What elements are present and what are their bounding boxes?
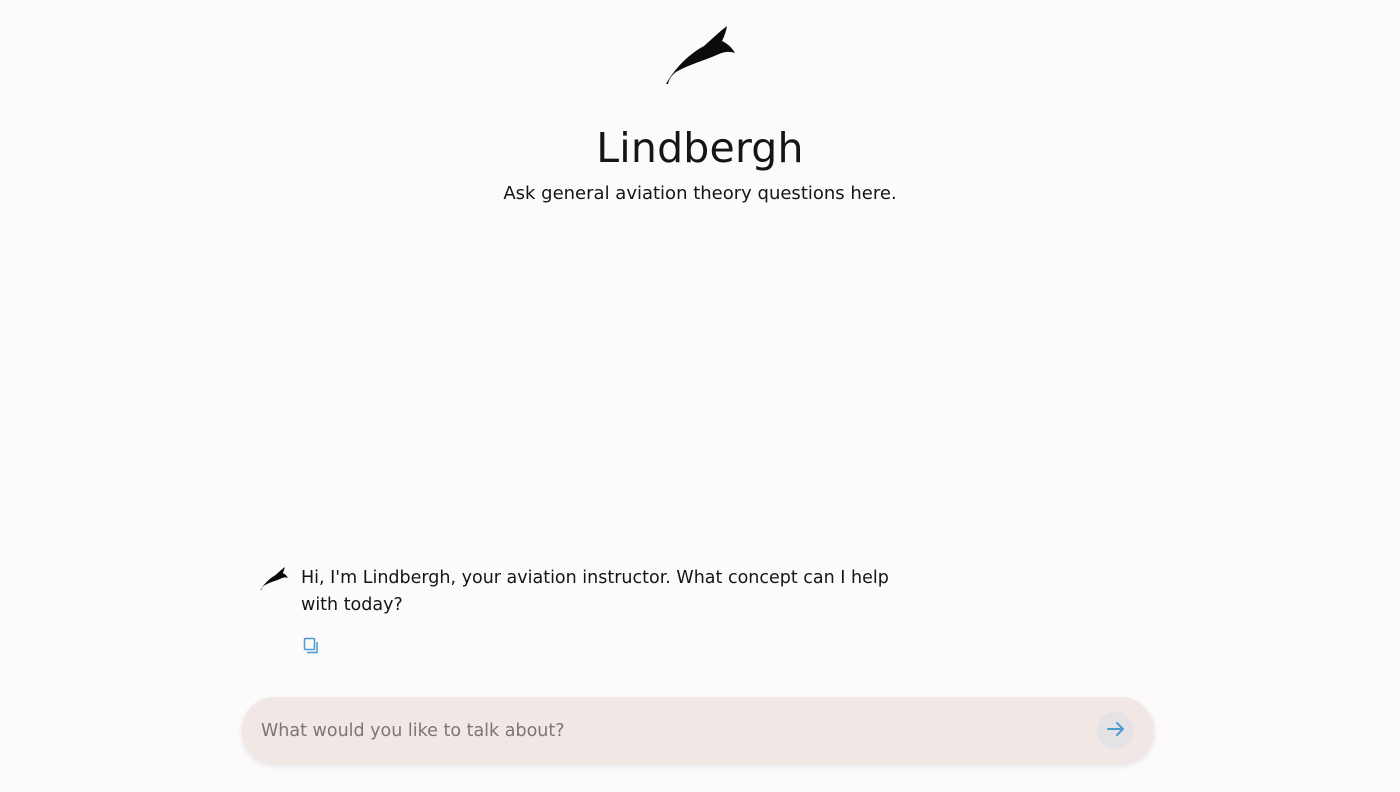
feather-bird-icon bbox=[258, 563, 290, 595]
feather-bird-icon bbox=[660, 24, 740, 88]
message-text: Hi, I'm Lindbergh, your aviation instruc… bbox=[301, 568, 889, 615]
message-input[interactable] bbox=[261, 697, 1081, 764]
page-subtitle: Ask general aviation theory questions he… bbox=[503, 183, 897, 204]
page-title: Lindbergh bbox=[596, 124, 804, 172]
copy-button[interactable] bbox=[300, 636, 322, 658]
arrow-right-icon bbox=[1105, 718, 1127, 743]
chat-page: Lindbergh Ask general aviation theory qu… bbox=[0, 0, 1400, 792]
send-button[interactable] bbox=[1097, 712, 1134, 749]
message-composer bbox=[242, 697, 1154, 764]
copy-icon bbox=[302, 637, 320, 658]
